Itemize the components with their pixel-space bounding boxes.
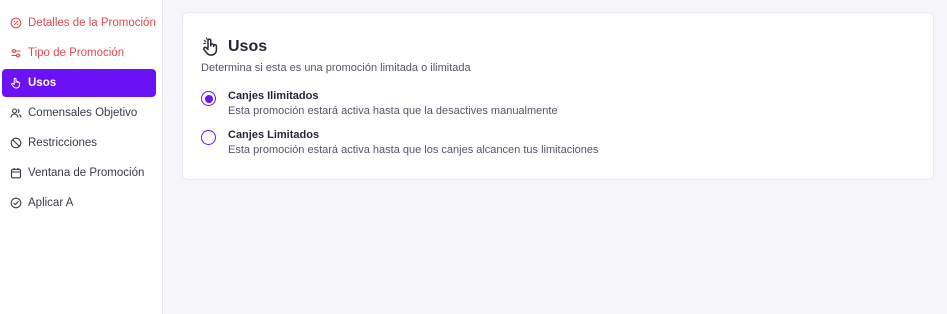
- sidebar-item-label: Restricciones: [28, 137, 98, 149]
- option-canjes-limitados[interactable]: Canjes Limitados Esta promoción estará a…: [201, 128, 599, 157]
- sidebar-item-detalles[interactable]: Detalles de la Promoción: [2, 9, 156, 37]
- sidebar-item-aplicar[interactable]: Aplicar A: [2, 189, 156, 217]
- sidebar-item-label: Aplicar A: [28, 197, 74, 209]
- option-text: Canjes Limitados Esta promoción estará a…: [228, 128, 599, 157]
- sidebar-item-ventana[interactable]: Ventana de Promoción: [2, 159, 156, 187]
- sidebar-item-restricciones[interactable]: Restricciones: [2, 129, 156, 157]
- sidebar-item-usos[interactable]: Usos: [2, 69, 156, 97]
- section-title: Usos: [228, 38, 268, 55]
- sidebar: Detalles de la Promoción Tipo de Promoci…: [0, 0, 163, 314]
- radio-dot: [204, 94, 213, 103]
- sidebar-item-comensales[interactable]: Comensales Objetivo: [2, 99, 156, 127]
- hand-pointer-icon: [201, 37, 221, 57]
- check-circle-icon: [10, 197, 22, 209]
- option-canjes-ilimitados[interactable]: Canjes Ilimitados Esta promoción estará …: [201, 89, 558, 118]
- sidebar-item-label: Comensales Objetivo: [28, 107, 138, 119]
- option-description: Esta promoción estará activa hasta que l…: [228, 105, 558, 117]
- sidebar-item-label: Detalles de la Promoción: [28, 17, 156, 29]
- section-header: Usos: [201, 37, 267, 57]
- option-text: Canjes Ilimitados Esta promoción estará …: [228, 89, 558, 118]
- sidebar-item-tipo[interactable]: Tipo de Promoción: [2, 39, 156, 67]
- sidebar-item-label: Usos: [28, 77, 57, 89]
- radio-button-selected[interactable]: [201, 91, 216, 106]
- option-title: Canjes Limitados: [228, 129, 320, 141]
- alert-circle-icon: [10, 17, 22, 29]
- sidebar-item-label: Ventana de Promoción: [28, 167, 145, 179]
- usos-card: Usos Determina si esta es una promoción …: [182, 12, 934, 180]
- sliders-icon: [10, 47, 22, 59]
- hand-pointer-icon: [10, 77, 22, 89]
- sidebar-item-label: Tipo de Promoción: [28, 47, 125, 59]
- calendar-icon: [10, 167, 22, 179]
- section-description: Determina si esta es una promoción limit…: [201, 62, 471, 74]
- ban-icon: [10, 137, 22, 149]
- users-icon: [10, 107, 22, 119]
- option-description: Esta promoción estará activa hasta que l…: [228, 144, 599, 156]
- option-title: Canjes Ilimitados: [228, 90, 319, 102]
- radio-button[interactable]: [201, 130, 216, 145]
